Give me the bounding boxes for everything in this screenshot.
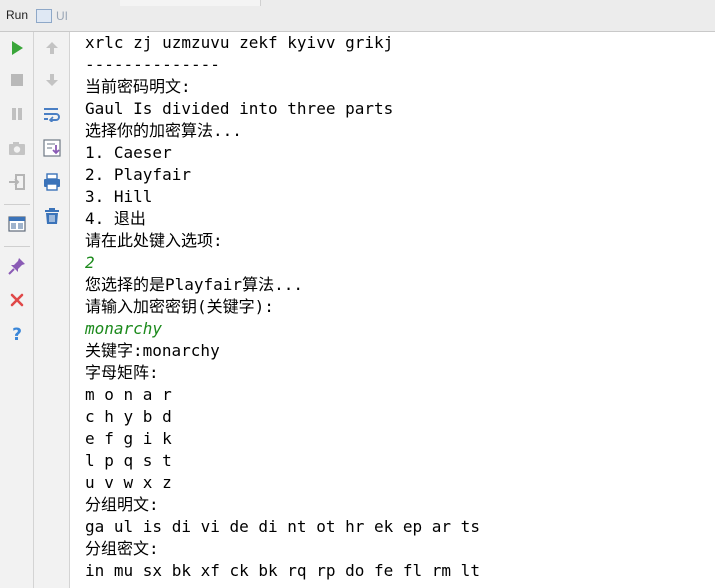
soft-wrap-icon: [44, 108, 60, 122]
right-toolbar: [34, 32, 70, 588]
pause-icon: [12, 108, 22, 120]
run-config-tab-label: UI: [56, 9, 68, 23]
dump-threads-button[interactable]: [5, 136, 29, 160]
clear-all-button[interactable]: [40, 204, 64, 228]
toolbar-separator: [4, 246, 30, 247]
toolbar-separator: [4, 204, 30, 205]
console-output-line: 您选择的是Playfair算法...: [85, 275, 303, 294]
console-output-line: c h y b d: [85, 407, 172, 426]
console-output-line: --------------: [85, 55, 220, 74]
console-output-line: Gaul Is divided into three parts: [85, 99, 394, 118]
scroll-end-icon: [43, 139, 61, 157]
window-icon: [36, 9, 52, 23]
console-output-line: l p q s t: [85, 451, 172, 470]
console-output-line: 4. 退出: [85, 209, 146, 228]
previous-occurrence-button[interactable]: [40, 36, 64, 60]
console-output[interactable]: xrlc zj uzmzuvu zekf kyivv grikj --------…: [70, 32, 715, 588]
console-output-line: 1. Caeser: [85, 143, 172, 162]
editor-tab-strip: [120, 0, 261, 6]
console-input-line: monarchy: [85, 319, 163, 338]
console-output-line: m o n a r: [85, 385, 172, 404]
down-arrow-icon: [46, 74, 58, 86]
run-titlebar: Run UI: [0, 0, 715, 32]
left-toolbar: ?: [0, 32, 34, 588]
run-tool-window: Run UI ? xrlc zj uzmzuvu zekf kyivv grik…: [0, 0, 715, 588]
svg-text:?: ?: [12, 325, 22, 343]
help-icon: ?: [12, 325, 22, 343]
console-output-line: ga ul is di vi de di nt ot hr ek ep ar t…: [85, 517, 480, 536]
exit-icon: [9, 174, 25, 190]
layout-icon: [8, 216, 26, 232]
console-output-line: 当前密码明文:: [85, 77, 191, 96]
print-icon: [44, 173, 60, 191]
console-output-line: 分组明文:: [85, 495, 159, 514]
print-button[interactable]: [40, 170, 64, 194]
console-output-line: 字母矩阵:: [85, 363, 159, 382]
console-output-line: e f g i k: [85, 429, 172, 448]
console-output-line: 分组密文:: [85, 539, 159, 558]
next-occurrence-button[interactable]: [40, 68, 64, 92]
console-output-line: 请在此处键入选项:: [85, 231, 223, 250]
console-output-line: u v w x z: [85, 473, 172, 492]
help-button[interactable]: ?: [5, 322, 29, 346]
run-icon: [12, 41, 23, 55]
console-input-line: 2: [85, 253, 95, 272]
stop-button[interactable]: [5, 68, 29, 92]
console-output-line: 3. Hill: [85, 187, 153, 206]
soft-wrap-button[interactable]: [40, 102, 64, 126]
console-output-line: 请输入加密密钥(关键字):: [85, 297, 274, 316]
exit-button[interactable]: [5, 170, 29, 194]
scroll-to-end-button[interactable]: [40, 136, 64, 160]
camera-icon: [9, 142, 25, 155]
close-icon: [10, 293, 24, 307]
console-lines: xrlc zj uzmzuvu zekf kyivv grikj --------…: [85, 32, 715, 582]
stop-icon: [11, 74, 23, 86]
console-output-line: 选择你的加密算法...: [85, 121, 242, 140]
pin-tab-button[interactable]: [5, 254, 29, 278]
console-output-line: xrlc zj uzmzuvu zekf kyivv grikj: [85, 33, 394, 52]
restore-layout-button[interactable]: [5, 212, 29, 236]
rerun-button[interactable]: [5, 36, 29, 60]
run-config-tab[interactable]: UI: [36, 6, 68, 26]
up-arrow-icon: [46, 42, 58, 54]
trash-icon: [45, 208, 59, 224]
pin-icon: [8, 258, 25, 275]
console-output-line: in mu sx bk xf ck bk rq rp do fe fl rm l…: [85, 561, 480, 580]
console-output-line: 关键字:monarchy: [85, 341, 220, 360]
console-output-line: 2. Playfair: [85, 165, 191, 184]
run-label: Run: [6, 8, 29, 22]
pause-button[interactable]: [5, 102, 29, 126]
close-button[interactable]: [5, 288, 29, 312]
